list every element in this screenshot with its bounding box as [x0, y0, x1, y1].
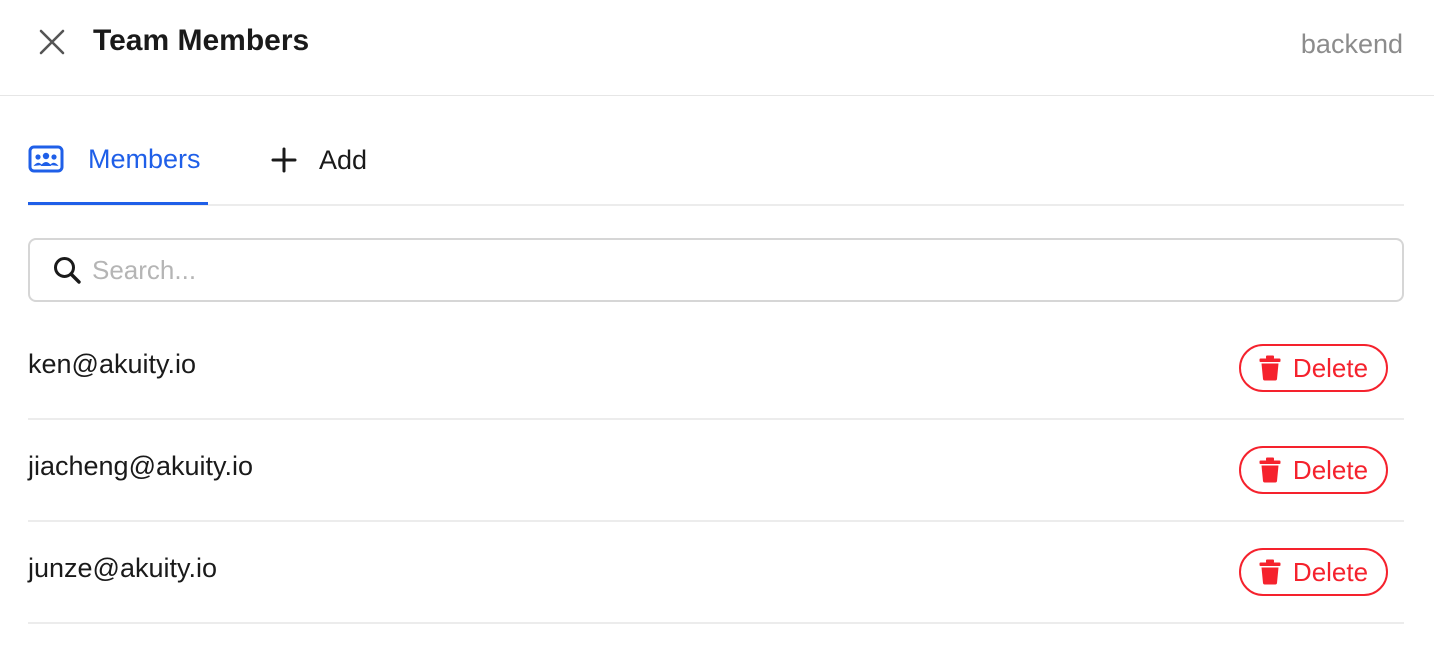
tab-members[interactable]: Members — [28, 130, 208, 205]
search-box[interactable] — [28, 238, 1404, 302]
tab-add-label: Add — [319, 144, 368, 175]
member-email: junze@akuity.io — [28, 553, 217, 583]
close-button[interactable] — [34, 24, 70, 60]
page-title: Team Members — [93, 24, 310, 57]
tab-add[interactable]: Add — [271, 130, 367, 204]
delete-label: Delete — [1292, 352, 1369, 383]
close-icon — [39, 29, 65, 55]
trash-icon — [1259, 355, 1281, 381]
member-row: ken@akuity.io Delete — [28, 318, 1404, 420]
search-input[interactable] — [90, 253, 1344, 287]
trash-icon — [1259, 457, 1281, 483]
delete-label: Delete — [1292, 556, 1369, 587]
member-list: ken@akuity.io Delete jiacheng@akuity.io … — [28, 318, 1404, 624]
trash-icon — [1259, 559, 1281, 585]
delete-label: Delete — [1292, 454, 1369, 485]
tab-members-label: Members — [88, 143, 201, 174]
team-icon — [28, 145, 64, 173]
drawer-header: Team Members backend — [0, 0, 1434, 96]
delete-member-button[interactable]: Delete — [1239, 548, 1388, 596]
plus-icon — [271, 147, 297, 173]
member-email: ken@akuity.io — [28, 349, 196, 379]
delete-member-button[interactable]: Delete — [1239, 344, 1388, 392]
member-email: jiacheng@akuity.io — [28, 451, 254, 481]
member-row: jiacheng@akuity.io Delete — [28, 420, 1404, 522]
team-name-label: backend — [1300, 29, 1403, 59]
search-icon — [54, 257, 81, 284]
tab-bar: Members Add — [28, 130, 1404, 206]
member-row: junze@akuity.io Delete — [28, 522, 1404, 624]
delete-member-button[interactable]: Delete — [1239, 446, 1388, 494]
